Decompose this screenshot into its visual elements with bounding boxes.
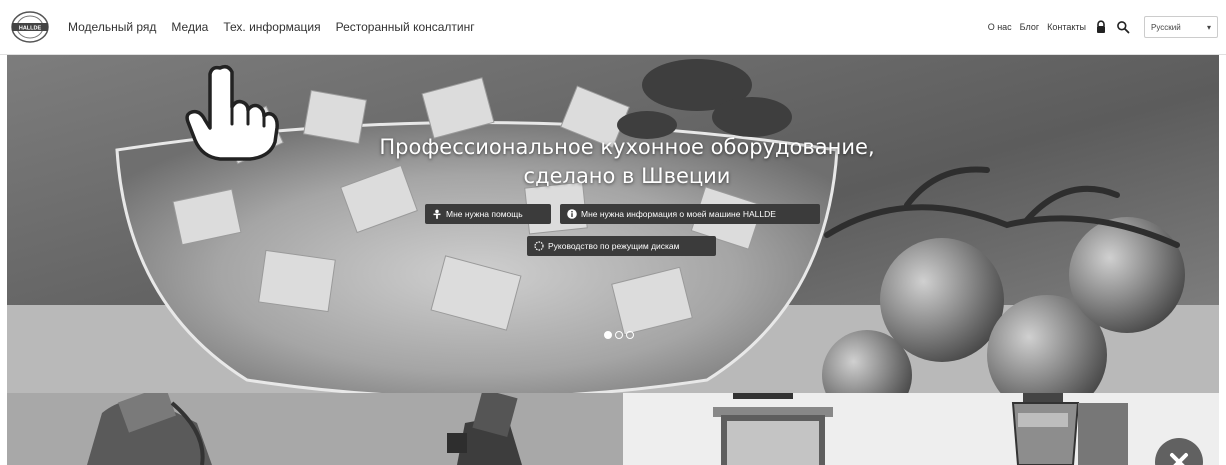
phone-watermark <box>522 0 1065 19</box>
slider-dot-1[interactable] <box>604 331 612 339</box>
search-icon[interactable] <box>1116 20 1130 34</box>
hand-pointer-icon <box>185 64 279 161</box>
vegetable-cutter-image <box>87 393 522 465</box>
slider-dot-2[interactable] <box>615 331 623 339</box>
hallde-logo[interactable]: HALLDE <box>10 10 50 44</box>
product-strip <box>7 393 1219 465</box>
slider-dot-3[interactable] <box>626 331 634 339</box>
main-nav: Модельный ряд Медиа Тех. информация Рест… <box>68 20 475 34</box>
product-tile-vegetable-cutters[interactable] <box>7 393 623 465</box>
machine-info-label: Мне нужна информация о моей машине HALLD… <box>581 209 776 219</box>
need-help-label: Мне нужна помощь <box>446 209 523 219</box>
lock-icon[interactable] <box>1094 20 1108 34</box>
close-button[interactable] <box>1155 438 1203 465</box>
info-icon <box>567 209 577 219</box>
language-selected: Русский <box>1151 22 1181 32</box>
nav-blog[interactable]: Блог <box>1020 22 1039 32</box>
close-icon <box>1170 453 1188 465</box>
nav-tech-info[interactable]: Тех. информация <box>223 20 320 34</box>
logo-text: HALLDE <box>19 26 42 32</box>
chevron-down-icon: ▾ <box>1206 22 1211 32</box>
machine-info-button[interactable]: Мне нужна информация о моей машине HALLD… <box>560 204 820 224</box>
need-help-button[interactable]: Мне нужна помощь <box>425 204 551 224</box>
nav-models[interactable]: Модельный ряд <box>68 20 156 34</box>
nav-about[interactable]: О нас <box>988 22 1012 32</box>
product-tile-machines[interactable] <box>623 393 1219 465</box>
slider-pagination <box>604 331 634 339</box>
language-select[interactable]: Русский ▾ <box>1144 16 1218 38</box>
nav-consulting[interactable]: Ресторанный консалтинг <box>336 20 475 34</box>
hero-title-line-2: сделано в Швеции <box>523 164 731 188</box>
page: HALLDE Модельный ряд Медиа Тех. информац… <box>0 0 1226 465</box>
nav-media[interactable]: Медиа <box>171 20 208 34</box>
cutting-disc-guide-button[interactable]: Руководство по режущим дискам <box>527 236 716 256</box>
cutting-disc-icon <box>534 241 544 251</box>
help-person-icon <box>433 209 441 219</box>
machines-image <box>713 393 1128 465</box>
nav-contacts[interactable]: Контакты <box>1047 22 1086 32</box>
cutting-disc-guide-label: Руководство по режущим дискам <box>548 241 680 251</box>
